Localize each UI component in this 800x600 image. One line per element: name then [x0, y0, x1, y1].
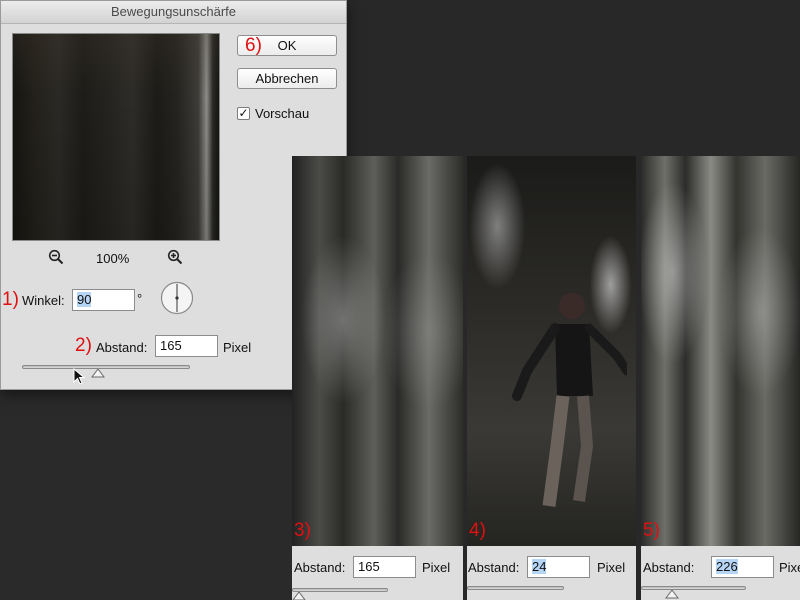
preview-strip-4: 4) Abstand: 24 Pixel	[467, 156, 636, 600]
filter-preview[interactable]	[12, 33, 220, 241]
distance-value: 24	[532, 559, 547, 574]
angle-label: Winkel:	[22, 293, 65, 308]
distance-slider[interactable]	[641, 586, 746, 590]
slider-thumb-icon[interactable]	[665, 590, 679, 599]
slider-thumb-icon[interactable]	[91, 369, 105, 378]
distance-slider[interactable]	[467, 586, 564, 590]
preview-checkbox[interactable]: ✓	[237, 107, 250, 120]
distance-input[interactable]: 165	[353, 556, 416, 578]
blur-preview-image	[641, 156, 800, 546]
distance-unit: Pixel	[597, 560, 626, 575]
checkmark-icon: ✓	[238, 106, 249, 120]
zoom-in-icon[interactable]	[167, 249, 183, 265]
annotation-6: 6)	[245, 35, 262, 56]
distance-input[interactable]: 165	[155, 335, 218, 357]
strip-controls: Abstand: 226 Pixel	[641, 546, 800, 600]
zoom-out-icon[interactable]	[48, 249, 64, 265]
slider-thumb-icon[interactable]	[292, 592, 306, 600]
distance-label: Abstand:	[96, 340, 148, 355]
distance-value: 226	[716, 559, 738, 574]
zoom-level: 100%	[96, 251, 130, 266]
annotation-5: 5)	[643, 520, 660, 541]
dancer-figure	[512, 293, 627, 507]
strip-controls: Abstand: 24 Pixel	[467, 546, 636, 600]
blur-preview-image	[292, 156, 463, 546]
preview-strip-5: 5) Abstand: 226 Pixel	[641, 156, 800, 600]
distance-input[interactable]: 226	[711, 556, 774, 578]
distance-label: Abstand:	[468, 560, 520, 575]
angle-unit: °	[137, 291, 143, 306]
distance-unit: Pixel	[223, 340, 252, 355]
strip-controls: Abstand: 165 Pixel	[292, 546, 463, 600]
annotation-3: 3)	[294, 520, 311, 541]
distance-unit: Pixel	[779, 560, 800, 575]
angle-input[interactable]: 90	[72, 289, 135, 311]
distance-slider[interactable]	[292, 588, 388, 592]
distance-label: Abstand:	[643, 560, 695, 575]
annotation-4: 4)	[469, 520, 486, 541]
annotation-1: 1)	[2, 289, 19, 310]
dialog-title[interactable]: Bewegungsunschärfe	[1, 1, 346, 24]
distance-label: Abstand:	[294, 560, 346, 575]
preview-strip-3: 3) Abstand: 165 Pixel	[292, 156, 463, 600]
distance-slider[interactable]	[22, 365, 190, 369]
angle-value: 90	[77, 292, 92, 307]
cancel-button[interactable]: Abbrechen	[237, 68, 337, 89]
background-area	[0, 390, 292, 600]
blur-preview-image	[467, 156, 636, 546]
distance-input[interactable]: 24	[527, 556, 590, 578]
mouse-cursor-icon	[73, 368, 85, 385]
angle-dial-icon[interactable]	[160, 281, 194, 315]
preview-label: Vorschau	[255, 106, 310, 121]
annotation-2: 2)	[75, 335, 92, 356]
distance-unit: Pixel	[422, 560, 451, 575]
